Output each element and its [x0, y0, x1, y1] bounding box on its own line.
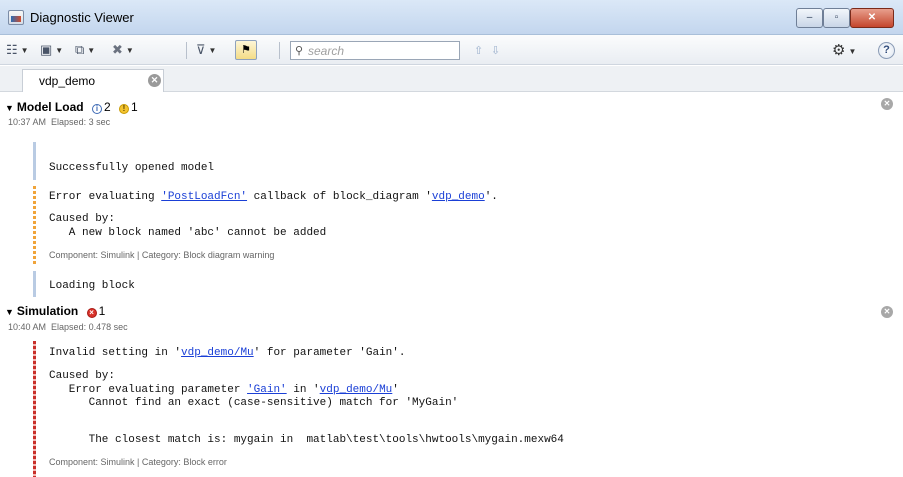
save-button[interactable]: ▣ ▼ — [40, 40, 63, 60]
message-text: Successfully opened model — [49, 162, 215, 174]
group-title: Simulation — [16, 304, 79, 318]
cause-text: A new block named 'abc' cannot be added — [49, 227, 327, 239]
info-icon: i — [91, 104, 102, 114]
group-elapsed: Elapsed: 3 sec — [51, 117, 111, 127]
message-info: Successfully opened model — [33, 142, 893, 180]
message-warning: Error evaluating 'PostLoadFcn' callback … — [33, 186, 893, 266]
caused-by-label: Caused by: — [49, 370, 116, 382]
down-arrow-icon: ⇩ — [491, 45, 501, 57]
collapse-caret-icon[interactable]: ▼ — [5, 103, 14, 113]
group-elapsed: Elapsed: 0.478 sec — [51, 322, 128, 332]
help-button[interactable]: ? — [878, 42, 895, 59]
close-tab-icon[interactable]: ✕ — [148, 74, 161, 87]
vdp-demo-link[interactable]: vdp_demo — [432, 191, 485, 203]
group-header-simulation[interactable]: ▼ Simulation × 1 — [5, 304, 105, 318]
info-count: 2 — [103, 100, 111, 114]
tab-label: vdp_demo — [39, 74, 96, 88]
collapse-caret-icon[interactable]: ▼ — [5, 307, 14, 317]
search-input[interactable] — [308, 43, 458, 58]
message-info: Loading block — [33, 271, 893, 297]
expand-collapse-icon: ☷ — [6, 42, 18, 57]
vdp-demo-mu-link[interactable]: vdp_demo/Mu — [320, 384, 393, 396]
chevron-down-icon: ▼ — [55, 45, 64, 55]
gain-link[interactable]: 'Gain' — [247, 384, 287, 396]
settings-gear-icon: ⚙ — [832, 42, 846, 59]
chevron-down-icon: ▼ — [87, 45, 96, 55]
chevron-down-icon: ▼ — [208, 45, 217, 55]
error-severity-bar — [33, 341, 36, 477]
toolbar-separator — [186, 42, 187, 59]
warning-icon: ! — [118, 104, 129, 114]
diagnostics-panel: ▼ Model Load i2 ! 1 10:37 AM Elapsed: 3 se… — [0, 92, 903, 477]
diagnostic-viewer-app-icon — [8, 10, 24, 25]
copy-button[interactable]: ⧉ ▼ — [75, 40, 95, 60]
message-error: Invalid setting in 'vdp_demo/Mu' for par… — [33, 341, 893, 477]
filter-icon: ⊽ — [196, 42, 206, 57]
filter-button[interactable]: ⊽ ▼ — [196, 40, 216, 60]
info-severity-bar — [33, 142, 36, 180]
component-category: Component: Simulink | Category: Block er… — [49, 457, 227, 467]
expand-collapse-button[interactable]: ☷ ▼ — [6, 40, 29, 60]
chevron-down-icon: ▼ — [125, 45, 134, 55]
close-window-button[interactable]: ✕ — [850, 8, 894, 28]
title-bar: Diagnostic Viewer ‒ ▫ ✕ — [0, 0, 903, 35]
clear-icon: ✖ — [112, 42, 123, 57]
group-timestamp: 10:40 AM Elapsed: 0.478 sec — [8, 322, 128, 332]
error-icon: × — [86, 308, 97, 318]
highlight-warnings-icon: ⚑ — [241, 44, 251, 56]
detail-text: The closest match is: mygain in matlab\t… — [49, 434, 564, 446]
copy-icon: ⧉ — [75, 42, 85, 57]
save-icon: ▣ — [40, 42, 53, 57]
help-icon: ? — [883, 44, 890, 56]
message-text: Invalid setting in 'vdp_demo/Mu' for par… — [49, 347, 406, 359]
search-box[interactable]: ⚲ — [290, 41, 460, 60]
window-title: Diagnostic Viewer — [30, 10, 134, 25]
message-text: Loading block — [49, 280, 135, 292]
group-time: 10:37 AM — [8, 117, 47, 127]
group-header-model-load[interactable]: ▼ Model Load i2 ! 1 — [5, 100, 138, 114]
toolbar-separator — [279, 42, 280, 59]
detail-text: Cannot find an exact (case-sensitive) ma… — [49, 397, 459, 409]
minimize-button[interactable]: ‒ — [796, 8, 823, 28]
previous-match-button[interactable]: ⇧ — [474, 44, 483, 57]
chevron-down-icon: ▼ — [848, 46, 857, 56]
group-title: Model Load — [16, 100, 84, 114]
highlight-warnings-button[interactable]: ⚑ — [235, 40, 257, 60]
group-time: 10:40 AM — [8, 322, 47, 332]
clear-button[interactable]: ✖ ▼ — [112, 40, 134, 60]
settings-button[interactable]: ⚙ ▼ — [832, 41, 856, 59]
tab-strip: vdp_demo ✕ — [0, 66, 903, 92]
close-group-icon[interactable]: ✕ — [881, 98, 893, 110]
chevron-down-icon: ▼ — [20, 45, 29, 55]
close-group-icon[interactable]: ✕ — [881, 306, 893, 318]
up-arrow-icon: ⇧ — [474, 45, 484, 57]
cause-text: Error evaluating parameter 'Gain' in 'vd… — [49, 384, 399, 396]
info-severity-bar — [33, 271, 36, 297]
group-timestamp: 10:37 AM Elapsed: 3 sec — [8, 117, 110, 127]
next-match-button[interactable]: ⇩ — [491, 44, 500, 57]
search-icon: ⚲ — [295, 45, 304, 57]
warning-severity-bar — [33, 186, 36, 266]
component-category: Component: Simulink | Category: Block di… — [49, 250, 275, 260]
error-count: 1 — [98, 304, 106, 318]
vdp-demo-mu-link[interactable]: vdp_demo/Mu — [181, 347, 254, 359]
postloadfcn-link[interactable]: 'PostLoadFcn' — [161, 191, 247, 203]
caused-by-label: Caused by: — [49, 213, 116, 225]
maximize-button[interactable]: ▫ — [823, 8, 850, 28]
message-text: Error evaluating 'PostLoadFcn' callback … — [49, 191, 498, 203]
warning-count: 1 — [130, 100, 138, 114]
toolbar: ☷▼ ▣▼ ⧉▼ ✖▼ ⊽▼ ⚑ ⚲ ⇧ ⇩ ⚙▼ ? — [0, 35, 903, 65]
tab-vdp-demo[interactable]: vdp_demo ✕ — [22, 69, 164, 92]
